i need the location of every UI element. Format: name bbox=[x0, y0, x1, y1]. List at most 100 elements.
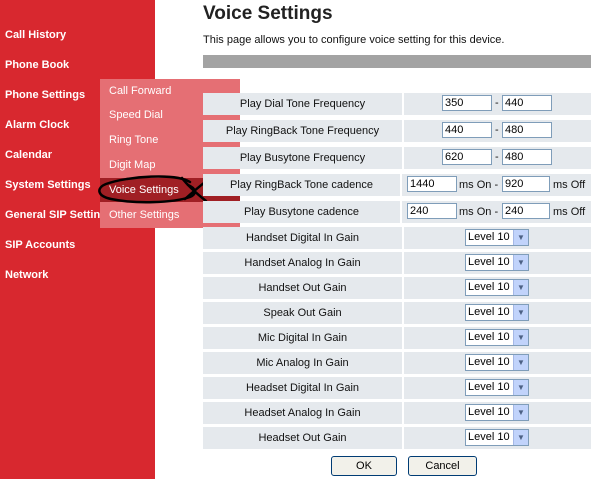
range-dash: - bbox=[495, 124, 499, 136]
table-cell: - bbox=[404, 120, 591, 142]
speak-out-gain-select[interactable]: Level 10 ▼ bbox=[465, 304, 529, 321]
range-dash: - bbox=[495, 97, 499, 109]
table-cell: ms On - ms Off bbox=[402, 201, 591, 223]
sidebar-nav: Call History Phone Book Phone Settings A… bbox=[0, 0, 155, 479]
table-cell: Level 10 ▼ bbox=[404, 252, 591, 274]
table-cell: ms On - ms Off bbox=[402, 174, 591, 196]
busytone-freq-high-input[interactable] bbox=[502, 149, 552, 165]
sidebar-item-phone-book[interactable]: Phone Book bbox=[5, 59, 69, 71]
select-value: Level 10 bbox=[468, 281, 510, 293]
sidebar-item-general-sip-settings[interactable]: General SIP Settin bbox=[5, 209, 100, 221]
mic-digital-in-gain-label: Mic Digital In Gain bbox=[203, 327, 402, 349]
table-row: Handset Analog In Gain Level 10 ▼ bbox=[203, 251, 591, 275]
chevron-down-icon[interactable]: ▼ bbox=[513, 405, 528, 420]
chevron-down-icon[interactable]: ▼ bbox=[513, 305, 528, 320]
dial-tone-freq-high-input[interactable] bbox=[502, 95, 552, 111]
table-row: Play RingBack Tone Frequency - bbox=[203, 119, 591, 143]
sidebar-item-sip-accounts[interactable]: SIP Accounts bbox=[5, 239, 75, 251]
ringback-freq-low-input[interactable] bbox=[442, 122, 492, 138]
table-cell: - bbox=[404, 147, 591, 169]
handset-analog-in-gain-select[interactable]: Level 10 ▼ bbox=[465, 254, 529, 271]
table-cell: Level 10 ▼ bbox=[404, 352, 591, 374]
handset-analog-in-gain-label: Handset Analog In Gain bbox=[203, 252, 402, 274]
handset-digital-in-gain-select[interactable]: Level 10 ▼ bbox=[465, 229, 529, 246]
select-value: Level 10 bbox=[468, 306, 510, 318]
table-cell: Level 10 ▼ bbox=[404, 227, 591, 249]
chevron-down-icon[interactable]: ▼ bbox=[513, 380, 528, 395]
headset-out-gain-label: Headset Out Gain bbox=[203, 427, 402, 449]
table-row: Play Busytone Frequency - bbox=[203, 146, 591, 170]
table-row: Play RingBack Tone cadence ms On - ms Of… bbox=[203, 173, 591, 197]
ringback-cadence-label: Play RingBack Tone cadence bbox=[203, 174, 400, 196]
table-cell: Level 10 ▼ bbox=[404, 302, 591, 324]
sidebar-item-alarm-clock[interactable]: Alarm Clock bbox=[5, 119, 69, 131]
table-cell: Level 10 ▼ bbox=[404, 427, 591, 449]
table-cell: Level 10 ▼ bbox=[404, 377, 591, 399]
ms-off-label: ms Off bbox=[553, 179, 586, 191]
chevron-down-icon[interactable]: ▼ bbox=[513, 430, 528, 445]
range-dash: - bbox=[495, 151, 499, 163]
handset-out-gain-select[interactable]: Level 10 ▼ bbox=[465, 279, 529, 296]
headset-digital-in-gain-label: Headset Digital In Gain bbox=[203, 377, 402, 399]
busytone-cadence-on-input[interactable] bbox=[407, 203, 457, 219]
table-cell: Level 10 ▼ bbox=[404, 277, 591, 299]
table-cell: - bbox=[404, 93, 591, 115]
busytone-cadence-off-input[interactable] bbox=[502, 203, 550, 219]
sidebar-item-network[interactable]: Network bbox=[5, 269, 48, 281]
headset-digital-in-gain-select[interactable]: Level 10 ▼ bbox=[465, 379, 529, 396]
select-value: Level 10 bbox=[468, 356, 510, 368]
sidebar-item-system-settings[interactable]: System Settings bbox=[5, 179, 91, 191]
ringback-freq-high-input[interactable] bbox=[502, 122, 552, 138]
table-row: Headset Digital In Gain Level 10 ▼ bbox=[203, 376, 591, 400]
chevron-down-icon[interactable]: ▼ bbox=[513, 355, 528, 370]
sidebar-item-phone-settings[interactable]: Phone Settings bbox=[5, 89, 85, 101]
ringback-tone-frequency-label: Play RingBack Tone Frequency bbox=[203, 120, 402, 142]
dial-tone-freq-low-input[interactable] bbox=[442, 95, 492, 111]
chevron-down-icon[interactable]: ▼ bbox=[513, 255, 528, 270]
table-cell: Level 10 ▼ bbox=[404, 402, 591, 424]
select-value: Level 10 bbox=[468, 231, 510, 243]
chevron-down-icon[interactable]: ▼ bbox=[513, 280, 528, 295]
headset-analog-in-gain-select[interactable]: Level 10 ▼ bbox=[465, 404, 529, 421]
speak-out-gain-label: Speak Out Gain bbox=[203, 302, 402, 324]
mic-digital-in-gain-select[interactable]: Level 10 ▼ bbox=[465, 329, 529, 346]
table-row: Play Dial Tone Frequency - bbox=[203, 92, 591, 116]
busytone-freq-low-input[interactable] bbox=[442, 149, 492, 165]
table-row: Mic Digital In Gain Level 10 ▼ bbox=[203, 326, 591, 350]
select-value: Level 10 bbox=[468, 256, 510, 268]
select-value: Level 10 bbox=[468, 381, 510, 393]
ok-button[interactable]: OK bbox=[331, 456, 397, 476]
headset-out-gain-select[interactable]: Level 10 ▼ bbox=[465, 429, 529, 446]
busytone-frequency-label: Play Busytone Frequency bbox=[203, 147, 402, 169]
chevron-down-icon[interactable]: ▼ bbox=[513, 230, 528, 245]
busytone-cadence-label: Play Busytone cadence bbox=[203, 201, 400, 223]
table-row: Play Busytone cadence ms On - ms Off bbox=[203, 200, 591, 224]
page-description: This page allows you to configure voice … bbox=[203, 34, 505, 46]
table-row: Speak Out Gain Level 10 ▼ bbox=[203, 301, 591, 325]
sidebar-item-call-history[interactable]: Call History bbox=[5, 29, 66, 41]
chevron-down-icon[interactable]: ▼ bbox=[513, 330, 528, 345]
table-row: Handset Digital In Gain Level 10 ▼ bbox=[203, 226, 591, 250]
ringback-cadence-off-input[interactable] bbox=[502, 176, 550, 192]
ms-on-label: ms On - bbox=[459, 206, 499, 218]
ringback-cadence-on-input[interactable] bbox=[407, 176, 457, 192]
handset-digital-in-gain-label: Handset Digital In Gain bbox=[203, 227, 402, 249]
mic-analog-in-gain-select[interactable]: Level 10 ▼ bbox=[465, 354, 529, 371]
page-title: Voice Settings bbox=[203, 3, 333, 24]
select-value: Level 10 bbox=[468, 431, 510, 443]
cancel-button[interactable]: Cancel bbox=[408, 456, 477, 476]
table-row: Headset Out Gain Level 10 ▼ bbox=[203, 426, 591, 450]
dial-tone-frequency-label: Play Dial Tone Frequency bbox=[203, 93, 402, 115]
ms-on-label: ms On - bbox=[459, 179, 499, 191]
ms-off-label: ms Off bbox=[553, 206, 586, 218]
handset-out-gain-label: Handset Out Gain bbox=[203, 277, 402, 299]
table-row: Mic Analog In Gain Level 10 ▼ bbox=[203, 351, 591, 375]
table-row: Headset Analog In Gain Level 10 ▼ bbox=[203, 401, 591, 425]
section-divider-bar bbox=[203, 55, 591, 68]
sidebar-item-calendar[interactable]: Calendar bbox=[5, 149, 52, 161]
mic-analog-in-gain-label: Mic Analog In Gain bbox=[203, 352, 402, 374]
select-value: Level 10 bbox=[468, 406, 510, 418]
headset-analog-in-gain-label: Headset Analog In Gain bbox=[203, 402, 402, 424]
select-value: Level 10 bbox=[468, 331, 510, 343]
table-cell: Level 10 ▼ bbox=[404, 327, 591, 349]
